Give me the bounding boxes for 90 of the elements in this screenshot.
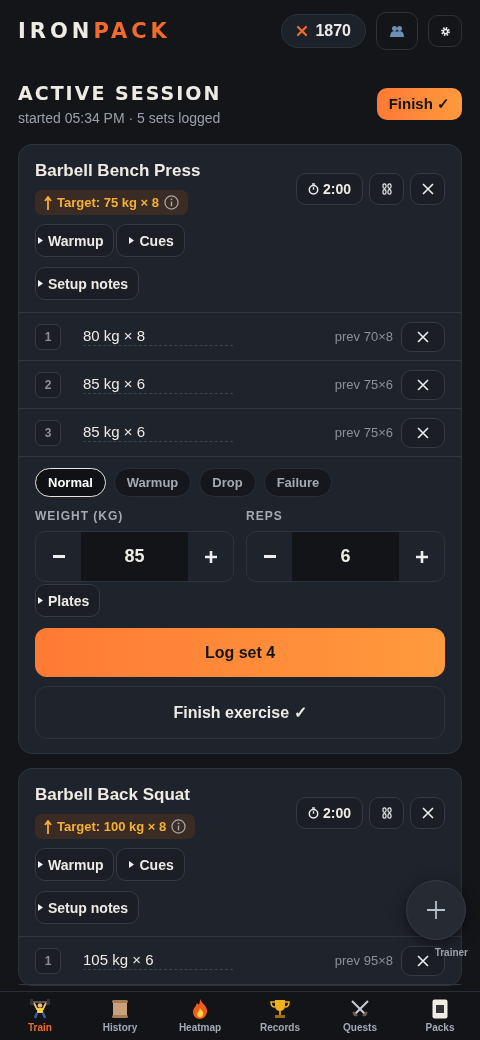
expand-toggle[interactable]: Cues	[116, 224, 185, 257]
set-number: 2	[35, 371, 61, 398]
trophy-icon	[270, 999, 290, 1019]
playing-card-icon	[432, 999, 448, 1019]
set-type-chip[interactable]: Normal	[35, 468, 106, 497]
app-logo: IRON PACK	[18, 19, 171, 43]
info-icon[interactable]	[171, 819, 187, 834]
expand-toggle[interactable]: Warmup	[35, 224, 115, 257]
caret-icon	[38, 861, 43, 868]
finish-session-button[interactable]: Finish ✓	[376, 88, 462, 120]
fab-label: Trainer	[434, 947, 468, 958]
previous-set: prev 75×6	[334, 377, 393, 392]
log-set-button[interactable]: Log set 4	[35, 628, 445, 677]
chain-icon	[381, 183, 392, 195]
exercise-name: Barbell Back Squat	[35, 785, 191, 805]
up-arrow-icon	[44, 819, 52, 834]
close-icon	[421, 183, 434, 195]
remove-exercise-button[interactable]	[410, 797, 445, 829]
target-text: Target: 100 kg × 8	[57, 819, 167, 834]
nav-tab[interactable]: Records	[240, 992, 320, 1040]
set-type-chip[interactable]: Failure	[263, 468, 333, 497]
superset-button[interactable]	[369, 797, 404, 829]
nav-tab[interactable]: History	[80, 992, 160, 1040]
nav-tab[interactable]: Train	[0, 992, 80, 1040]
remove-exercise-button[interactable]	[410, 173, 445, 205]
caret-icon	[38, 237, 43, 244]
set-value[interactable]: 85 kg × 6	[83, 423, 233, 442]
points-button[interactable]: 1870	[281, 14, 366, 48]
expand-toggle[interactable]: Setup notes	[35, 267, 140, 300]
weightlifter-icon	[30, 999, 50, 1019]
session-title: ACTIVE SESSION	[18, 82, 222, 104]
chain-icon	[381, 807, 392, 819]
delete-set-button[interactable]	[401, 321, 445, 352]
close-icon	[417, 426, 429, 439]
previous-set: prev 95×8	[334, 953, 393, 968]
flame-icon	[191, 999, 209, 1019]
weight-label: WEIGHT (KG)	[35, 509, 125, 523]
settings-button[interactable]	[428, 15, 462, 47]
exercise-name: Barbell Bench Press	[35, 161, 201, 181]
close-icon	[417, 330, 429, 343]
delete-set-button[interactable]	[401, 369, 445, 400]
expand-toggle[interactable]: Setup notes	[35, 891, 140, 924]
plus-icon	[415, 550, 428, 563]
settings-icon	[439, 25, 451, 37]
stopwatch-icon	[307, 807, 319, 819]
caret-icon	[38, 597, 43, 604]
friends-button[interactable]	[376, 12, 418, 50]
caret-icon	[129, 861, 135, 868]
plates-toggle[interactable]: Plates	[35, 584, 101, 617]
info-icon[interactable]	[164, 195, 179, 210]
set-type-chip[interactable]: Warmup	[113, 468, 192, 497]
expand-toggle[interactable]: Warmup	[35, 848, 115, 881]
set-number: 3	[35, 419, 61, 446]
target-text: Target: 75 kg × 8	[57, 195, 159, 210]
plus-icon	[204, 550, 217, 563]
nav-tab[interactable]: Quests	[320, 992, 400, 1040]
reps-field[interactable]: 6	[292, 532, 399, 581]
set-type-chip[interactable]: Drop	[199, 468, 256, 497]
caret-icon	[129, 237, 135, 244]
expand-toggle[interactable]: Cues	[116, 848, 185, 881]
set-number: 1	[35, 947, 61, 974]
set-value[interactable]: 85 kg × 6	[83, 375, 233, 394]
superset-button[interactable]	[369, 173, 404, 205]
people-icon	[390, 25, 404, 37]
reps-label: REPS	[246, 509, 284, 523]
scroll-icon	[110, 999, 130, 1019]
rest-timer-button[interactable]: 2:00	[295, 797, 363, 829]
nav-tab[interactable]: Heatmap	[160, 992, 240, 1040]
session-subtitle: started 05:34 PM · 5 sets logged	[18, 110, 222, 126]
minus-icon	[263, 555, 276, 558]
minus-icon	[52, 555, 65, 558]
rest-timer-button[interactable]: 2:00	[295, 173, 363, 205]
previous-set: prev 70×8	[334, 329, 393, 344]
crossed-swords-icon	[350, 999, 370, 1019]
delete-set-button[interactable]	[401, 417, 445, 448]
nav-tab[interactable]: Packs	[400, 992, 480, 1040]
set-value[interactable]: 105 kg × 6	[83, 951, 233, 970]
stopwatch-icon	[307, 183, 319, 195]
up-arrow-icon	[44, 195, 52, 210]
close-icon	[421, 807, 434, 819]
set-value[interactable]: 80 kg × 8	[83, 327, 233, 346]
caret-icon	[38, 904, 43, 911]
close-icon	[417, 954, 429, 967]
weight-field[interactable]: 85	[81, 532, 188, 581]
caret-icon	[38, 280, 43, 287]
finish-exercise-button[interactable]: Finish exercise ✓	[35, 686, 445, 739]
set-number: 1	[35, 323, 61, 350]
plus-icon	[427, 901, 445, 919]
close-icon	[417, 378, 429, 391]
previous-set: prev 75×6	[334, 425, 393, 440]
